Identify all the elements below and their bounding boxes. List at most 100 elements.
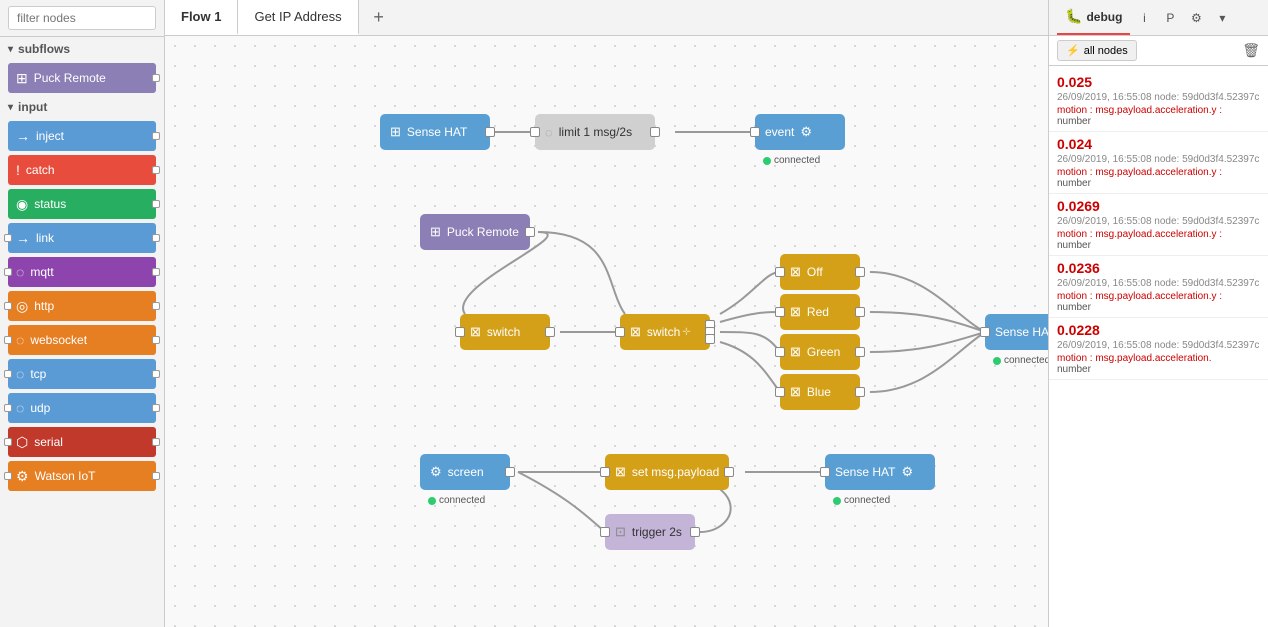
debug-settings-btn[interactable]: ⚙ bbox=[1184, 6, 1208, 30]
green-node[interactable]: ⊠ Green bbox=[780, 334, 860, 370]
all-nodes-button[interactable]: ⚡ all nodes bbox=[1057, 40, 1137, 61]
tab-add-icon: + bbox=[373, 7, 384, 28]
sidebar-item-mqtt[interactable]: ◌ mqtt bbox=[8, 257, 156, 287]
limit-1-node[interactable]: ◌ limit 1 msg/2s bbox=[535, 114, 655, 150]
sidebar-item-udp[interactable]: ◌ udp bbox=[8, 393, 156, 423]
switch-2-icon: ⊠ bbox=[630, 324, 641, 340]
trigger-2s-node[interactable]: ⊡ trigger 2s bbox=[605, 514, 695, 550]
link-port-right bbox=[152, 234, 160, 242]
puck-remote-flow-label: Puck Remote bbox=[447, 225, 519, 239]
link-icon: → bbox=[16, 230, 30, 246]
screen-status: connected bbox=[428, 495, 485, 506]
main-area: Flow 1 Get IP Address + bbox=[165, 0, 1048, 627]
sense-hat-3-node[interactable]: Sense HAT ⚙ connected bbox=[825, 454, 935, 490]
subflows-section-header[interactable]: ▾ subflows bbox=[0, 37, 164, 61]
sidebar-item-tcp[interactable]: ◌ tcp bbox=[8, 359, 156, 389]
sidebar-item-http[interactable]: ◎ http bbox=[8, 291, 156, 321]
websocket-icon: ◌ bbox=[16, 332, 24, 348]
sidebar-item-serial[interactable]: ⬡ serial bbox=[8, 427, 156, 457]
red-port-right bbox=[855, 307, 865, 317]
mqtt-icon: ◌ bbox=[16, 264, 24, 280]
event-status-text: connected bbox=[774, 155, 820, 166]
status-label: status bbox=[34, 197, 66, 211]
puck-remote-label: Puck Remote bbox=[34, 71, 106, 85]
set-msg-payload-node[interactable]: ⊠ set msg.payload bbox=[605, 454, 729, 490]
limit-1-port-right bbox=[650, 127, 660, 137]
tab-get-ip[interactable]: Get IP Address bbox=[238, 0, 358, 35]
canvas[interactable]: ⊞ Sense HAT ◌ limit 1 msg/2s event ⚙ con… bbox=[165, 36, 1048, 627]
debug-chevron-btn[interactable]: ▾ bbox=[1210, 6, 1234, 30]
puck-remote-icon: ⊞ bbox=[16, 70, 28, 87]
debug-value-0: 0.025 bbox=[1057, 74, 1260, 90]
debug-tab[interactable]: 🐛 debug bbox=[1057, 0, 1130, 35]
switch-2-node[interactable]: ⊠ switch ✛ bbox=[620, 314, 710, 350]
sidebar-item-puck-remote[interactable]: ⊞ Puck Remote bbox=[8, 63, 156, 93]
debug-value-4: 0.0228 bbox=[1057, 322, 1260, 338]
trigger-2s-label: trigger 2s bbox=[632, 525, 682, 539]
debug-meta-text-1: 26/09/2019, 16:55:08 node: bbox=[1057, 154, 1179, 165]
search-input[interactable] bbox=[8, 6, 156, 30]
debug-msg-4: motion : msg.payload.acceleration. bbox=[1057, 353, 1260, 364]
debug-meta-2: 26/09/2019, 16:55:08 node: 59d0d3f4.5239… bbox=[1057, 216, 1260, 227]
screen-node[interactable]: ⚙ screen connected bbox=[420, 454, 510, 490]
sidebar-item-link[interactable]: → link bbox=[8, 223, 156, 253]
input-section-header[interactable]: ▾ input bbox=[0, 95, 164, 119]
switch-1-port-left bbox=[455, 327, 465, 337]
sense-hat-3-status: connected bbox=[833, 495, 890, 506]
sense-hat-2-status: connected bbox=[993, 355, 1048, 366]
event-icon: ⚙ bbox=[800, 124, 812, 140]
limit-icon: ◌ bbox=[545, 125, 553, 140]
screen-port-right bbox=[505, 467, 515, 477]
event-label: event bbox=[765, 125, 794, 139]
tab-flow1[interactable]: Flow 1 bbox=[165, 0, 238, 35]
limit-1-label: limit 1 msg/2s bbox=[559, 125, 632, 139]
mqtt-port-left bbox=[4, 268, 12, 276]
trigger-2s-port-right bbox=[690, 527, 700, 537]
tcp-label: tcp bbox=[30, 367, 46, 381]
tcp-port-left bbox=[4, 370, 12, 378]
debug-header: 🐛 debug i P ⚙ ▾ bbox=[1049, 0, 1268, 36]
sidebar-item-status[interactable]: ◉ status bbox=[8, 189, 156, 219]
debug-node-id-2: 59d0d3f4.52397c bbox=[1182, 216, 1259, 227]
sense-hat-3-port-left bbox=[820, 467, 830, 477]
puck-remote-flow-node[interactable]: ⊞ Puck Remote bbox=[420, 214, 530, 250]
serial-icon: ⬡ bbox=[16, 434, 28, 451]
http-label: http bbox=[34, 299, 54, 313]
tcp-icon: ◌ bbox=[16, 366, 24, 382]
off-node[interactable]: ⊠ Off bbox=[780, 254, 860, 290]
debug-type-3: number bbox=[1057, 302, 1260, 313]
sense-hat-2-port-left bbox=[980, 327, 990, 337]
sense-hat-2-node[interactable]: Sense HAT ⚙ connected bbox=[985, 314, 1048, 350]
tab-add-button[interactable]: + bbox=[363, 2, 395, 34]
debug-value-1: 0.024 bbox=[1057, 136, 1260, 152]
serial-label: serial bbox=[34, 435, 63, 449]
debug-entry-1: 0.024 26/09/2019, 16:55:08 node: 59d0d3f… bbox=[1049, 132, 1268, 194]
serial-port-right bbox=[152, 438, 160, 446]
sidebar-item-inject[interactable]: → inject bbox=[8, 121, 156, 151]
debug-toolbar: ⚡ all nodes 🗑 bbox=[1049, 36, 1268, 66]
watson-iot-icon: ⚙ bbox=[16, 468, 29, 485]
blue-port-right bbox=[855, 387, 865, 397]
debug-entry-4: 0.0228 26/09/2019, 16:55:08 node: 59d0d3… bbox=[1049, 318, 1268, 380]
switch-1-node[interactable]: ⊠ switch bbox=[460, 314, 550, 350]
debug-info-btn[interactable]: i bbox=[1132, 6, 1156, 30]
subflows-label: subflows bbox=[18, 42, 70, 56]
catch-label: catch bbox=[26, 163, 55, 177]
debug-type-2: number bbox=[1057, 240, 1260, 251]
sidebar-item-websocket[interactable]: ◌ websocket bbox=[8, 325, 156, 355]
sense-hat-3-status-dot bbox=[833, 497, 841, 505]
sidebar-item-watson-iot[interactable]: ⚙ Watson IoT bbox=[8, 461, 156, 491]
status-port-right bbox=[152, 200, 160, 208]
http-icon: ◎ bbox=[16, 298, 28, 315]
off-port-right bbox=[855, 267, 865, 277]
delete-debug-button[interactable]: 🗑 bbox=[1242, 42, 1260, 59]
debug-meta-4: 26/09/2019, 16:55:08 node: 59d0d3f4.5239… bbox=[1057, 340, 1260, 351]
event-node[interactable]: event ⚙ connected bbox=[755, 114, 845, 150]
debug-msg-0: motion : msg.payload.acceleration.y : bbox=[1057, 105, 1260, 116]
debug-p-btn[interactable]: P bbox=[1158, 6, 1182, 30]
debug-content: 0.025 26/09/2019, 16:55:08 node: 59d0d3f… bbox=[1049, 66, 1268, 627]
sense-hat-1-node[interactable]: ⊞ Sense HAT bbox=[380, 114, 490, 150]
sidebar-item-catch[interactable]: ! catch bbox=[8, 155, 156, 185]
blue-node[interactable]: ⊠ Blue bbox=[780, 374, 860, 410]
red-node[interactable]: ⊠ Red bbox=[780, 294, 860, 330]
